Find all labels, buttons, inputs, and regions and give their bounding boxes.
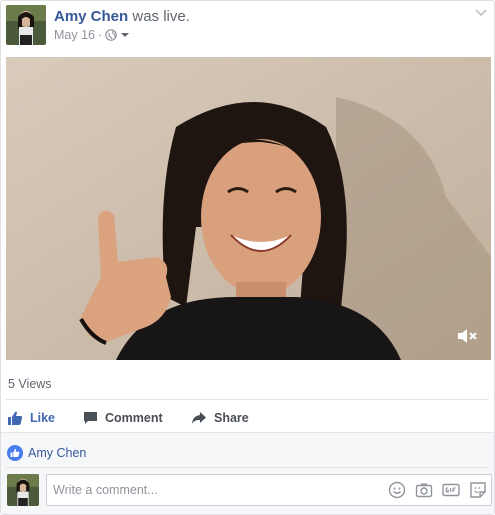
commenter-avatar[interactable] xyxy=(7,474,39,506)
post-header-title: Amy Chen was live. xyxy=(54,8,190,25)
comment-bubble-icon xyxy=(84,412,97,424)
like-label: Like xyxy=(30,411,56,425)
divider xyxy=(6,399,489,400)
thumbs-up-icon xyxy=(8,411,23,425)
gif-icon[interactable] xyxy=(442,481,460,499)
camera-icon[interactable] xyxy=(415,481,433,499)
reactions-summary[interactable]: Amy Chen xyxy=(7,445,86,461)
liker-name[interactable]: Amy Chen xyxy=(28,446,86,460)
share-label: Share xyxy=(214,411,249,425)
reactions-and-comments: Amy Chen xyxy=(1,432,494,514)
author-avatar[interactable] xyxy=(6,5,46,45)
share-arrow-icon xyxy=(192,412,206,424)
comment-button[interactable]: Comment xyxy=(83,407,163,429)
post-date[interactable]: May 16 xyxy=(54,28,95,42)
author-name-link[interactable]: Amy Chen xyxy=(54,8,128,25)
globe-icon xyxy=(105,29,117,41)
comment-input[interactable] xyxy=(53,475,373,505)
privacy-dropdown-icon[interactable] xyxy=(120,31,130,39)
post-meta: May 16 · xyxy=(54,28,130,42)
share-button[interactable]: Share xyxy=(191,407,249,429)
comment-composer[interactable] xyxy=(46,474,492,506)
like-button[interactable]: Like xyxy=(7,407,55,429)
meta-separator: · xyxy=(98,28,103,42)
post-card: Amy Chen was live. May 16 · 5 Views Like… xyxy=(0,0,495,515)
live-video-player[interactable] xyxy=(6,57,491,360)
like-reaction-icon xyxy=(7,445,23,461)
speaker-muted-icon[interactable] xyxy=(457,328,479,344)
comment-label: Comment xyxy=(105,411,163,425)
post-action-text: was live. xyxy=(132,8,190,25)
video-frame xyxy=(6,57,491,360)
divider xyxy=(6,467,489,468)
chevron-down-icon[interactable] xyxy=(474,7,488,19)
sticker-icon[interactable] xyxy=(469,481,487,499)
emoji-icon[interactable] xyxy=(388,481,406,499)
view-count[interactable]: 5 Views xyxy=(8,377,52,391)
comment-attachments xyxy=(388,481,487,499)
